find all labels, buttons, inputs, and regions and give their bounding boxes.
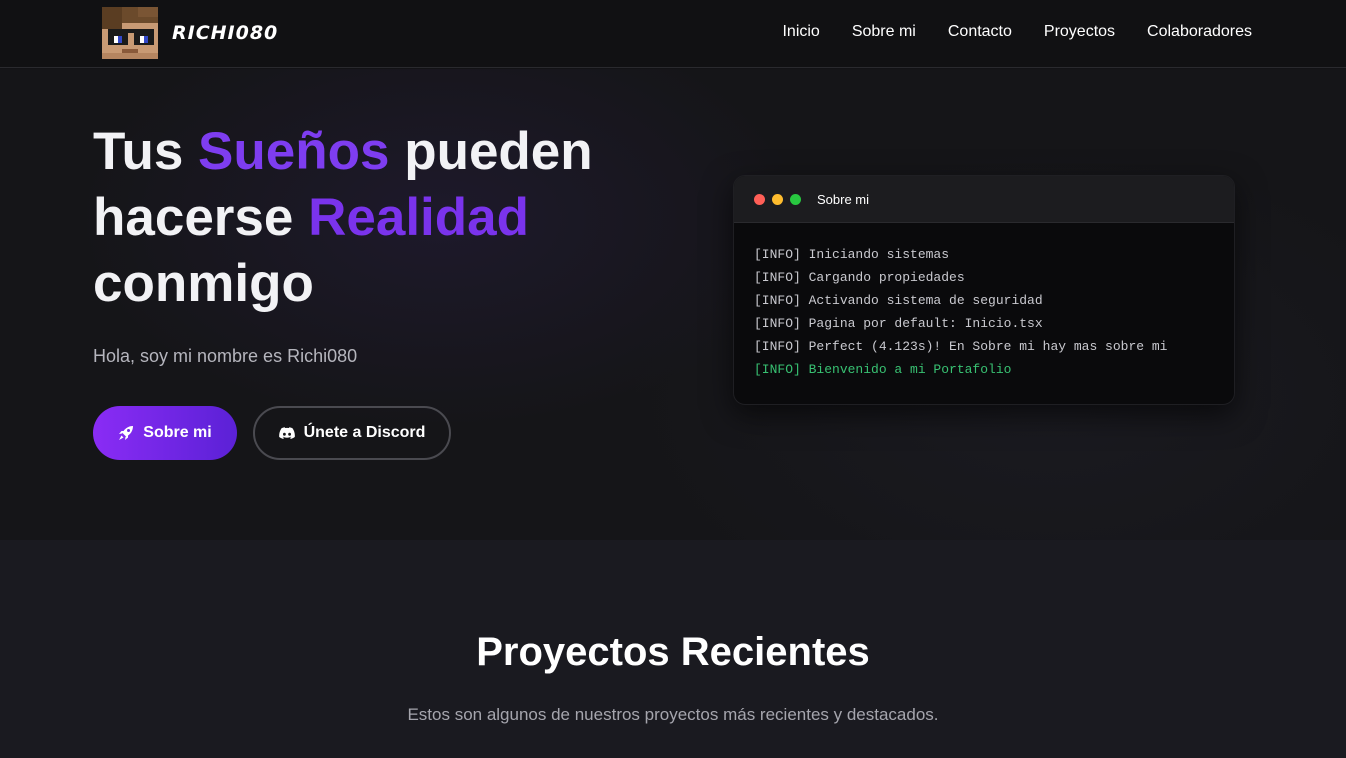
hero-title-part: pueden: [389, 122, 593, 181]
sobre-mi-button-label: Sobre mi: [143, 424, 212, 441]
brand-name: RICHI080: [172, 22, 279, 44]
hero-title-part: Tus: [93, 122, 199, 181]
hero-subtitle: Hola, soy mi nombre es Richi080: [93, 346, 358, 366]
hero-title-highlight-suenos: Sueños: [198, 122, 390, 181]
terminal-line: [INFO] Iniciando sistemas: [754, 247, 950, 262]
terminal-line-success: [INFO] Bienvenido a mi Portafolio: [754, 362, 1012, 377]
close-dot-icon: [754, 193, 765, 205]
hero-title-part: hacerse: [93, 188, 309, 247]
terminal-line: [INFO] Cargando propiedades: [754, 270, 965, 285]
projects-title: Proyectos Recientes: [476, 630, 870, 674]
projects-subtitle: Estos son algunos de nuestros proyectos …: [407, 705, 939, 724]
discord-button-label: Únete a Discord: [303, 424, 426, 441]
minecraft-skin-avatar-icon: [102, 7, 158, 59]
navbar: RICHI080 Inicio Sobre mi Contacto Proyec…: [0, 0, 1346, 68]
main-nav: Inicio Sobre mi Contacto Proyectos Colab…: [750, 0, 1252, 64]
hero-title-part: conmigo: [93, 254, 314, 313]
discord-icon: [278, 426, 295, 439]
sobre-mi-button[interactable]: Sobre mi: [93, 406, 237, 460]
terminal-header: Sobre mi: [734, 176, 1234, 223]
terminal-body: [INFO] Iniciando sistemas [INFO] Cargand…: [734, 223, 1234, 381]
nav-link-sobre-mi[interactable]: Sobre mi: [852, 23, 916, 41]
terminal-title: Sobre mi: [817, 191, 870, 207]
minimize-dot-icon: [772, 193, 783, 205]
nav-link-colaboradores[interactable]: Colaboradores: [1147, 23, 1252, 41]
hero-section: Tus Sueños pueden hacerse Realidad conmi…: [0, 69, 1346, 540]
nav-link-proyectos[interactable]: Proyectos: [1044, 23, 1115, 41]
terminal-window: Sobre mi [INFO] Iniciando sistemas [INFO…: [733, 175, 1235, 405]
brand-logo[interactable]: RICHI080: [100, 5, 278, 61]
terminal-line: [INFO] Pagina por default: Inicio.tsx: [754, 316, 1043, 331]
rocket-icon: [119, 426, 134, 440]
maximize-dot-icon: [790, 193, 801, 205]
discord-button[interactable]: Únete a Discord: [253, 406, 451, 460]
terminal-line: [INFO] Perfect (4.123s)! En Sobre mi hay…: [754, 339, 1168, 354]
nav-link-contacto[interactable]: Contacto: [948, 23, 1012, 41]
terminal-line: [INFO] Activando sistema de seguridad: [754, 293, 1043, 308]
projects-section: Proyectos Recientes Estos son algunos de…: [0, 540, 1346, 758]
hero-title-highlight-realidad: Realidad: [308, 188, 530, 247]
nav-link-inicio[interactable]: Inicio: [782, 23, 819, 41]
hero-title: Tus Sueños pueden hacerse Realidad conmi…: [93, 119, 673, 317]
